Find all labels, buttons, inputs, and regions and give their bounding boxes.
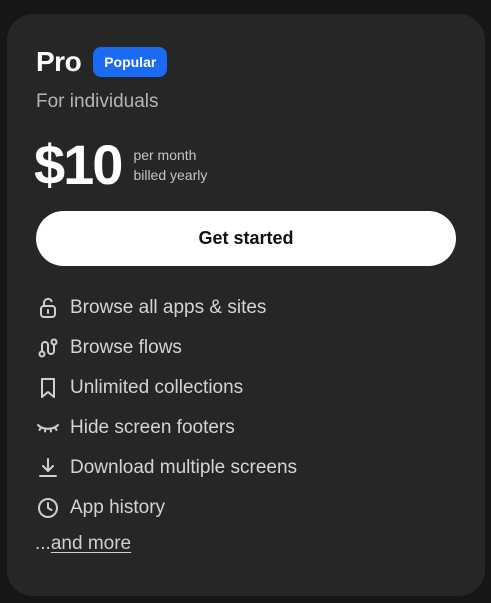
- feature-list: Browse all apps & sites Browse flows Unl…: [36, 288, 297, 528]
- download-icon: [36, 456, 60, 480]
- plan-name: Pro: [36, 46, 82, 77]
- price-block: $10 per month billed yearly: [34, 135, 207, 195]
- more-prefix: ...: [35, 533, 51, 554]
- feature-item-hide-footers: Hide screen footers: [36, 408, 297, 448]
- feature-item-collections: Unlimited collections: [36, 368, 297, 408]
- plan-subtitle: For individuals: [36, 91, 159, 112]
- and-more: ...and more: [35, 533, 131, 555]
- feature-label: App history: [70, 497, 166, 518]
- eye-closed-icon: [36, 416, 60, 440]
- pricing-card-pro: Pro Popular For individuals $10 per mont…: [7, 14, 485, 596]
- price-period: per month: [133, 147, 197, 163]
- clock-icon: [36, 496, 60, 520]
- get-started-button[interactable]: Get started: [36, 211, 456, 266]
- bookmark-icon: [36, 376, 60, 400]
- feature-item-app-history: App history: [36, 488, 297, 528]
- feature-label: Unlimited collections: [70, 377, 244, 398]
- price-billing: billed yearly: [133, 167, 208, 183]
- popular-badge: Popular: [93, 47, 168, 77]
- and-more-link[interactable]: and more: [51, 533, 131, 554]
- unlock-icon: [36, 296, 60, 320]
- feature-label: Hide screen footers: [70, 417, 235, 438]
- feature-item-browse-flows: Browse flows: [36, 328, 297, 368]
- price-amount: $10: [34, 133, 123, 196]
- plan-header: Pro Popular: [36, 46, 168, 78]
- feature-label: Browse all apps & sites: [70, 297, 267, 318]
- flow-icon: [36, 336, 60, 360]
- price-note: per month billed yearly: [133, 145, 207, 185]
- feature-label: Browse flows: [70, 337, 182, 358]
- feature-item-download: Download multiple screens: [36, 448, 297, 488]
- feature-item-browse-apps: Browse all apps & sites: [36, 288, 297, 328]
- feature-label: Download multiple screens: [70, 457, 298, 478]
